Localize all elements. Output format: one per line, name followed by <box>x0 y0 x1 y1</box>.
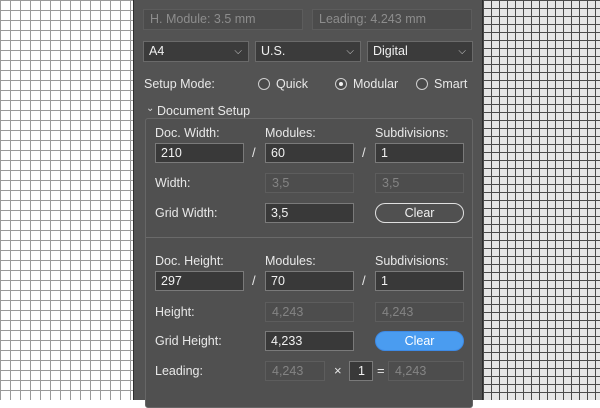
document-setup-title[interactable]: Document Setup <box>157 104 250 118</box>
document-setup-section: Doc. Width: Modules: Subdivisions: 210 /… <box>145 118 473 408</box>
modules-height-input[interactable]: 70 <box>265 271 354 291</box>
doc-height-input[interactable]: 297 <box>155 271 244 291</box>
subdivisions-height-input[interactable]: 1 <box>375 271 464 291</box>
leading-multiplier-input[interactable]: 1 <box>349 361 373 381</box>
chevron-down-icon: ⌵ <box>346 46 354 57</box>
width-sub-result-value: 3,5 <box>375 173 464 193</box>
grid-width-label: Grid Width: <box>155 206 218 220</box>
modules-width-input[interactable]: 60 <box>265 143 354 163</box>
height-result-value: 4,243 <box>265 302 354 322</box>
radio-modular-label[interactable]: Modular <box>353 77 398 91</box>
radio-smart[interactable] <box>416 78 428 90</box>
modules-width-label: Modules: <box>265 126 316 140</box>
section-divider <box>146 237 472 238</box>
units-value: U.S. <box>261 44 286 58</box>
canvas-grid-left <box>0 0 133 400</box>
leading-readout: Leading: 4.243 mm <box>312 9 472 30</box>
separator: / <box>252 273 256 288</box>
radio-smart-label[interactable]: Smart <box>434 77 467 91</box>
times-sign: × <box>334 363 342 378</box>
leading-label: Leading: <box>155 364 203 378</box>
height-sub-result-value: 4,243 <box>375 302 464 322</box>
units-select[interactable]: U.S. ⌵ <box>255 41 361 62</box>
subdivisions-width-input[interactable]: 1 <box>375 143 464 163</box>
page-size-value: A4 <box>149 44 165 58</box>
grid-height-label: Grid Height: <box>155 334 222 348</box>
setup-mode-label: Setup Mode: <box>144 77 215 91</box>
radio-quick[interactable] <box>258 78 270 90</box>
width-result-label: Width: <box>155 176 191 190</box>
leading-result-value: 4,243 <box>388 361 464 381</box>
separator: / <box>362 145 366 160</box>
radio-modular[interactable] <box>335 78 347 90</box>
doc-width-input[interactable]: 210 <box>155 143 244 163</box>
subdivisions-height-label: Subdivisions: <box>375 254 449 268</box>
medium-value: Digital <box>373 44 408 58</box>
chevron-down-icon: ⌵ <box>458 46 466 57</box>
width-result-value: 3,5 <box>265 173 354 193</box>
chevron-down-icon[interactable]: ⌄ <box>146 103 154 114</box>
medium-select[interactable]: Digital ⌵ <box>367 41 473 62</box>
chevron-down-icon: ⌵ <box>234 46 242 57</box>
doc-width-label: Doc. Width: <box>155 126 220 140</box>
clear-width-button[interactable]: Clear <box>375 203 464 223</box>
height-result-label: Height: <box>155 305 195 319</box>
subdivisions-width-label: Subdivisions: <box>375 126 449 140</box>
radio-quick-label[interactable]: Quick <box>276 77 308 91</box>
canvas-grid-right <box>483 0 600 400</box>
clear-height-button[interactable]: Clear <box>375 331 464 351</box>
separator: / <box>362 273 366 288</box>
doc-height-label: Doc. Height: <box>155 254 224 268</box>
equals-sign: = <box>377 363 385 378</box>
grid-width-input[interactable]: 3,5 <box>265 203 354 223</box>
h-module-readout: H. Module: 3.5 mm <box>143 9 303 30</box>
page-size-select[interactable]: A4 ⌵ <box>143 41 249 62</box>
grid-height-input[interactable]: 4,233 <box>265 331 354 351</box>
leading-value: 4,243 <box>265 361 325 381</box>
grid-settings-panel: H. Module: 3.5 mm Leading: 4.243 mm A4 ⌵… <box>133 0 483 408</box>
separator: / <box>252 145 256 160</box>
modules-height-label: Modules: <box>265 254 316 268</box>
